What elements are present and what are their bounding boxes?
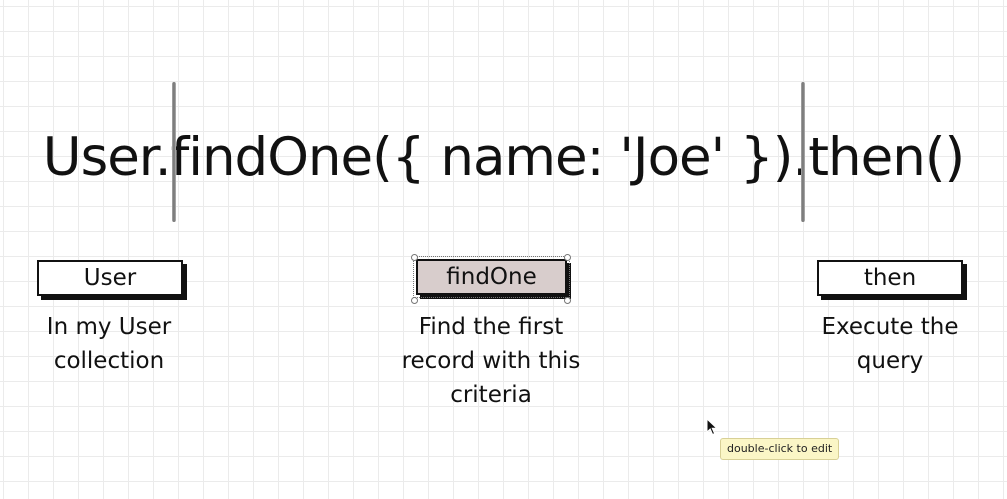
selection-handle-bottom-left[interactable] <box>411 297 418 304</box>
findone-description-line: Find the first <box>418 314 564 340</box>
user-description-line: collection <box>53 348 165 374</box>
then-box[interactable]: then <box>817 260 963 296</box>
selection-handle-bottom-right[interactable] <box>564 297 571 304</box>
user-box-label: User <box>83 265 137 291</box>
divider-after-user <box>172 82 176 222</box>
user-box[interactable]: User <box>37 260 183 296</box>
divider-before-then <box>801 82 805 222</box>
then-description-line: Execute the <box>821 314 959 340</box>
edit-tooltip: double-click to edit <box>720 438 840 460</box>
then-box-label: then <box>863 265 917 291</box>
findone-description: Find the first record with this criteria <box>371 310 611 412</box>
user-description-line: In my User <box>46 314 172 340</box>
selection-handle-top-right[interactable] <box>564 254 571 261</box>
findone-description-line: criteria <box>450 382 532 408</box>
findone-box-label: findOne <box>446 264 537 290</box>
findone-box[interactable]: findOne <box>413 256 570 298</box>
user-description: In my User collection <box>14 310 204 378</box>
code-expression: User.findOne({ name: 'Joe' }).then() <box>42 127 965 188</box>
then-description: Execute the query <box>790 310 990 378</box>
then-description-line: query <box>856 348 924 374</box>
selection-handle-top-left[interactable] <box>411 254 418 261</box>
findone-description-line: record with this <box>401 348 581 374</box>
mouse-pointer-icon <box>706 418 718 436</box>
